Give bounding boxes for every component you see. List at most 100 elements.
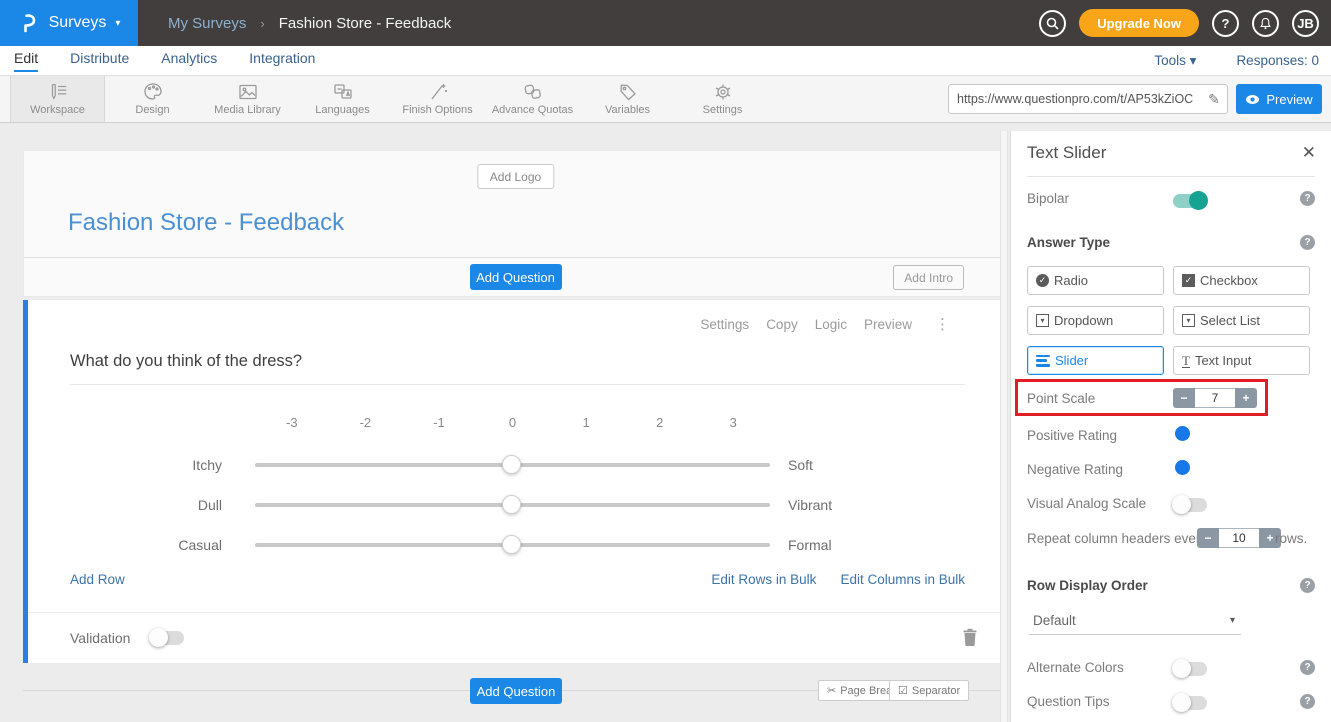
alternate-colors-help-icon[interactable]: ? xyxy=(1300,660,1315,675)
answer-type-dropdown[interactable]: ▾ Dropdown xyxy=(1027,306,1164,335)
toolbar-item-languages[interactable]: Languages xyxy=(295,76,390,122)
plus-button[interactable]: + xyxy=(1235,388,1257,408)
question-tips-toggle[interactable] xyxy=(1173,696,1207,710)
bipolar-help-icon[interactable]: ? xyxy=(1300,191,1315,206)
answer-type-select-list[interactable]: ▾ Select List xyxy=(1173,306,1310,335)
edit-columns-in-bulk-link[interactable]: Edit Columns in Bulk xyxy=(840,572,965,587)
add-question-button-top[interactable]: Add Question xyxy=(470,264,562,290)
add-question-button-bottom[interactable]: Add Question xyxy=(470,678,562,704)
answer-type-radio[interactable]: ✓ Radio xyxy=(1027,266,1164,295)
add-question-bar: Add Question Add Intro xyxy=(24,257,1007,296)
vertical-scrollbar[interactable] xyxy=(1000,131,1008,722)
text-input-icon: T xyxy=(1182,354,1190,368)
slider-handle[interactable] xyxy=(502,495,521,514)
panel-title: Text Slider xyxy=(1027,143,1106,163)
negative-rating-indicator[interactable] xyxy=(1175,460,1190,475)
toolbar-item-finish-options[interactable]: Finish Options xyxy=(390,76,485,122)
slider-row-itchy-soft: Itchy Soft xyxy=(28,445,1008,485)
responses-count[interactable]: Responses: 0 xyxy=(1236,53,1319,68)
breadcrumb-my-surveys[interactable]: My Surveys xyxy=(168,15,246,32)
survey-title[interactable]: Fashion Store - Feedback xyxy=(68,209,344,237)
question-copy-link[interactable]: Copy xyxy=(766,317,798,332)
toolbar-item-design[interactable]: Design xyxy=(105,76,200,122)
visual-analog-scale-toggle[interactable] xyxy=(1173,498,1207,512)
toolbar-item-media-library[interactable]: Media Library xyxy=(200,76,295,122)
bipolar-label: Bipolar xyxy=(1027,191,1069,206)
question-tips-help-icon[interactable]: ? xyxy=(1300,694,1315,709)
toolbar-item-variables[interactable]: Variables xyxy=(580,76,675,122)
translate-icon xyxy=(332,82,354,102)
delete-question-trash-icon[interactable] xyxy=(962,628,978,652)
tab-integration[interactable]: Integration xyxy=(249,50,315,72)
question-settings-link[interactable]: Settings xyxy=(700,317,749,332)
menu-bar: Edit Distribute Analytics Integration To… xyxy=(0,46,1331,76)
slider-row-casual-formal: Casual Formal xyxy=(28,525,1008,565)
survey-url-input[interactable] xyxy=(949,92,1201,106)
surveys-menu[interactable]: Surveys ▾ xyxy=(0,0,138,46)
survey-header-card: Add Logo Fashion Store - Feedback Add Qu… xyxy=(23,150,1008,297)
notifications-bell-icon[interactable] xyxy=(1252,10,1279,37)
upgrade-now-button[interactable]: Upgrade Now xyxy=(1079,9,1199,37)
validation-row: Validation xyxy=(28,613,1008,663)
checkbox-icon: ✓ xyxy=(1182,274,1195,287)
dropdown-icon: ▾ xyxy=(1036,314,1049,327)
toolbar-item-advance-quotas[interactable]: Advance Quotas xyxy=(485,76,580,122)
tools-dropdown[interactable]: Tools ▾ xyxy=(1154,53,1196,69)
edit-url-pencil-icon[interactable]: ✎ xyxy=(1201,91,1227,108)
row-left-label: Dull xyxy=(62,485,222,525)
validation-toggle[interactable] xyxy=(150,631,184,645)
question-preview-link[interactable]: Preview xyxy=(864,317,912,332)
bipolar-toggle[interactable] xyxy=(1173,194,1207,208)
edit-rows-in-bulk-link[interactable]: Edit Rows in Bulk xyxy=(711,572,816,587)
row-left-label: Casual xyxy=(62,525,222,565)
question-kebab-menu-icon[interactable]: ⋮ xyxy=(935,315,950,333)
separator-button[interactable]: ☑ Separator xyxy=(889,680,969,701)
slider-handle[interactable] xyxy=(502,455,521,474)
answer-type-text-input[interactable]: T Text Input xyxy=(1173,346,1310,375)
tag-icon xyxy=(617,82,639,102)
positive-rating-indicator[interactable] xyxy=(1175,426,1190,441)
preview-button[interactable]: Preview xyxy=(1236,84,1322,114)
repeat-headers-value[interactable]: 10 xyxy=(1219,528,1259,548)
add-row-link[interactable]: Add Row xyxy=(70,572,125,587)
question-text[interactable]: What do you think of the dress? xyxy=(70,352,302,371)
text-slider-settings-panel: Text Slider ✕ Bipolar ? Answer Type ? ✓ … xyxy=(1010,131,1331,722)
row-display-order-label: Row Display Order xyxy=(1027,578,1148,593)
answer-type-checkbox[interactable]: ✓ Checkbox xyxy=(1173,266,1310,295)
search-icon[interactable] xyxy=(1039,10,1066,37)
answer-type-slider[interactable]: Slider xyxy=(1027,346,1164,375)
add-logo-button[interactable]: Add Logo xyxy=(477,164,554,189)
row-right-label: Vibrant xyxy=(788,485,832,525)
point-scale-stepper: − 7 + xyxy=(1173,388,1257,408)
chevron-down-icon: ▾ xyxy=(1230,615,1235,626)
repeat-headers-stepper: − 10 + xyxy=(1197,528,1281,548)
help-icon[interactable]: ? xyxy=(1212,10,1239,37)
chain-links-icon xyxy=(522,82,544,102)
select-list-icon: ▾ xyxy=(1182,314,1195,327)
questionpro-logo-icon xyxy=(18,12,40,34)
scissors-icon: ✂ xyxy=(827,684,836,697)
tab-analytics[interactable]: Analytics xyxy=(161,50,217,72)
row-display-order-help-icon[interactable]: ? xyxy=(1300,578,1315,593)
question-logic-link[interactable]: Logic xyxy=(815,317,847,332)
toolbar-item-workspace[interactable]: Workspace xyxy=(10,76,105,122)
add-intro-button[interactable]: Add Intro xyxy=(893,265,964,290)
breadcrumb-separator-icon: › xyxy=(260,16,264,31)
row-right-label: Soft xyxy=(788,445,813,485)
toolbar-item-settings[interactable]: Settings xyxy=(675,76,770,122)
tab-edit[interactable]: Edit xyxy=(14,50,38,72)
alternate-colors-toggle[interactable] xyxy=(1173,662,1207,676)
rows-suffix-label: rows. xyxy=(1275,531,1307,546)
avatar[interactable]: JB xyxy=(1292,10,1319,37)
slider-handle[interactable] xyxy=(502,535,521,554)
answer-type-help-icon[interactable]: ? xyxy=(1300,235,1315,250)
minus-button[interactable]: − xyxy=(1197,528,1219,548)
question-tips-label: Question Tips xyxy=(1027,694,1110,709)
point-scale-value[interactable]: 7 xyxy=(1195,388,1235,408)
tab-distribute[interactable]: Distribute xyxy=(70,50,129,72)
minus-button[interactable]: − xyxy=(1173,388,1195,408)
magic-wand-icon xyxy=(427,82,449,102)
product-label: Surveys xyxy=(49,14,107,32)
row-display-order-dropdown[interactable]: Default ▾ xyxy=(1029,613,1241,635)
close-icon[interactable]: ✕ xyxy=(1302,143,1316,163)
